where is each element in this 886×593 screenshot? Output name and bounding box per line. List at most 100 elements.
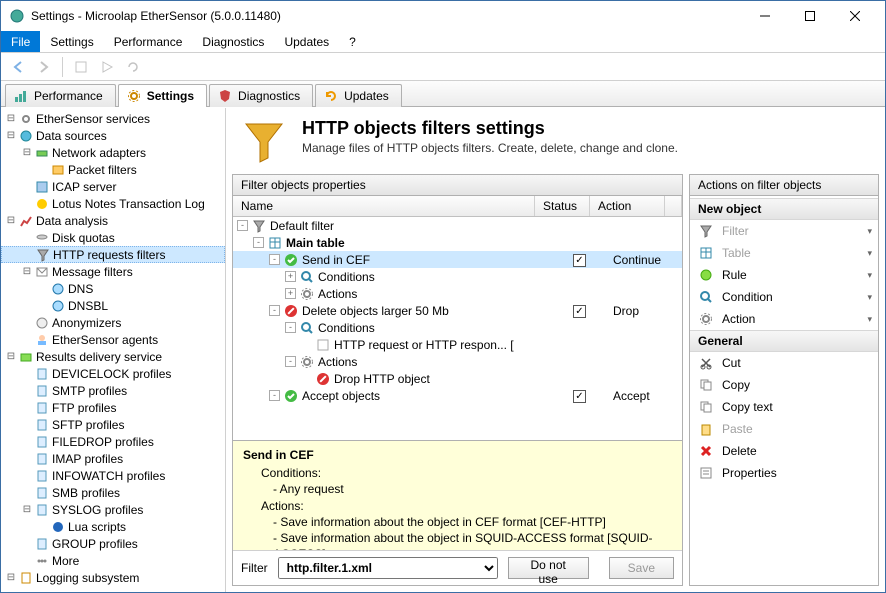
minimize-button[interactable] bbox=[742, 2, 787, 31]
maximize-button[interactable] bbox=[787, 2, 832, 31]
grid-row[interactable]: -Conditions bbox=[233, 319, 682, 336]
tree-item[interactable]: ⊟EtherSensor services bbox=[1, 110, 225, 127]
tree-item[interactable]: Disk quotas bbox=[1, 229, 225, 246]
tree-item[interactable]: More bbox=[1, 552, 225, 569]
tree-item[interactable]: Lua scripts bbox=[1, 518, 225, 535]
tree-item[interactable]: SFTP profiles bbox=[1, 416, 225, 433]
save-button[interactable]: Save bbox=[609, 557, 674, 579]
tree-toggle[interactable]: ⊟ bbox=[5, 572, 17, 583]
menu-settings[interactable]: Settings bbox=[40, 31, 103, 52]
action-properties[interactable]: Properties bbox=[690, 462, 878, 484]
tree-item[interactable]: HTTP requests filters bbox=[1, 246, 225, 263]
tb-refresh-button[interactable] bbox=[122, 56, 144, 78]
tree-item[interactable]: DNS bbox=[1, 280, 225, 297]
action-cut[interactable]: Cut bbox=[690, 352, 878, 374]
action-copy-text[interactable]: Copy text bbox=[690, 396, 878, 418]
tree-toggle[interactable]: ⊟ bbox=[21, 147, 33, 158]
action-action[interactable]: Action▾ bbox=[690, 308, 878, 330]
content-area: HTTP objects filters settings Manage fil… bbox=[226, 108, 885, 592]
tree-item[interactable]: Anonymizers bbox=[1, 314, 225, 331]
tab-settings[interactable]: Settings bbox=[118, 84, 207, 107]
status-checkbox[interactable]: ✓ bbox=[573, 305, 586, 318]
tree-item[interactable]: ⊟Data sources bbox=[1, 127, 225, 144]
sidebar-tree[interactable]: ⊟EtherSensor services⊟Data sources⊟Netwo… bbox=[1, 108, 226, 592]
close-button[interactable] bbox=[832, 2, 877, 31]
grid-row[interactable]: +Actions bbox=[233, 285, 682, 302]
status-checkbox[interactable]: ✓ bbox=[573, 390, 586, 403]
col-name[interactable]: Name bbox=[233, 196, 535, 216]
tab-updates[interactable]: Updates bbox=[315, 84, 402, 107]
do-not-use-button[interactable]: Do not use bbox=[508, 557, 589, 579]
tree-item[interactable]: DEVICELOCK profiles bbox=[1, 365, 225, 382]
nav-back-button[interactable] bbox=[7, 56, 29, 78]
grid-row[interactable]: -Main table bbox=[233, 234, 682, 251]
action-condition[interactable]: Condition▾ bbox=[690, 286, 878, 308]
tree-toggle[interactable]: ⊟ bbox=[5, 113, 17, 124]
tree-toggle[interactable]: ⊟ bbox=[21, 266, 33, 277]
grid-row[interactable]: -Actions bbox=[233, 353, 682, 370]
menu-help[interactable]: ? bbox=[339, 31, 366, 52]
tree-item[interactable]: ⊟SYSLOG profiles bbox=[1, 501, 225, 518]
action-rule[interactable]: Rule▾ bbox=[690, 264, 878, 286]
tab-label: Performance bbox=[34, 89, 103, 103]
grid-body[interactable]: -Default filter-Main table-Send in CEF✓C… bbox=[233, 217, 682, 440]
tree-item[interactable]: ⊟Data analysis bbox=[1, 212, 225, 229]
tree-item[interactable]: ⊟Network adapters bbox=[1, 144, 225, 161]
tree-item[interactable]: GROUP profiles bbox=[1, 535, 225, 552]
prof-icon bbox=[34, 468, 50, 484]
tree-toggle[interactable]: ⊟ bbox=[5, 215, 17, 226]
grid-row[interactable]: -Delete objects larger 50 Mb✓Drop bbox=[233, 302, 682, 319]
tree-item[interactable]: Packet filters bbox=[1, 161, 225, 178]
tree-item[interactable]: FILEDROP profiles bbox=[1, 433, 225, 450]
row-toggle[interactable]: + bbox=[285, 288, 296, 299]
grid-row[interactable]: Drop HTTP object bbox=[233, 370, 682, 387]
tree-item[interactable]: EtherSensor agents bbox=[1, 331, 225, 348]
filter-select[interactable]: http.filter.1.xml bbox=[278, 557, 498, 579]
tree-item[interactable]: FTP profiles bbox=[1, 399, 225, 416]
tab-diagnostics[interactable]: Diagnostics bbox=[209, 84, 313, 107]
col-status[interactable]: Status bbox=[535, 196, 590, 216]
row-toggle[interactable]: - bbox=[253, 237, 264, 248]
tb-play-button[interactable] bbox=[96, 56, 118, 78]
action-delete[interactable]: Delete bbox=[690, 440, 878, 462]
status-checkbox[interactable]: ✓ bbox=[573, 254, 586, 267]
menu-file[interactable]: File bbox=[1, 31, 40, 52]
nav-forward-button[interactable] bbox=[33, 56, 55, 78]
tree-item[interactable]: IMAP profiles bbox=[1, 450, 225, 467]
row-toggle[interactable]: - bbox=[269, 305, 280, 316]
grid-row[interactable]: HTTP request or HTTP respon... [ bbox=[233, 336, 682, 353]
tree-item[interactable]: ⊟Message filters bbox=[1, 263, 225, 280]
tree-item[interactable]: Lotus Notes Transaction Log bbox=[1, 195, 225, 212]
tree-item[interactable]: ⊟Results delivery service bbox=[1, 348, 225, 365]
row-toggle[interactable]: - bbox=[237, 220, 248, 231]
tree-item[interactable]: SMB profiles bbox=[1, 484, 225, 501]
tree-item[interactable]: ⊟Logging subsystem bbox=[1, 569, 225, 586]
row-toggle[interactable]: - bbox=[285, 322, 296, 333]
tree-item[interactable]: INFOWATCH profiles bbox=[1, 467, 225, 484]
detail-act-2: - Save information about the object in S… bbox=[243, 530, 672, 550]
grid-row[interactable]: -Accept objects✓Accept bbox=[233, 387, 682, 404]
row-toggle[interactable]: + bbox=[285, 271, 296, 282]
tab-performance[interactable]: Performance bbox=[5, 84, 116, 107]
tree-toggle[interactable]: ⊟ bbox=[21, 504, 33, 515]
row-toggle[interactable]: - bbox=[269, 254, 280, 265]
tree-toggle[interactable]: ⊟ bbox=[5, 130, 17, 141]
grid-row[interactable]: +Conditions bbox=[233, 268, 682, 285]
tree-item[interactable]: SMTP profiles bbox=[1, 382, 225, 399]
action-copy[interactable]: Copy bbox=[690, 374, 878, 396]
tb-stop-button[interactable] bbox=[70, 56, 92, 78]
menu-diagnostics[interactable]: Diagnostics bbox=[192, 31, 274, 52]
col-action[interactable]: Action bbox=[590, 196, 665, 216]
row-toggle[interactable]: - bbox=[285, 356, 296, 367]
grid-row[interactable]: -Send in CEF✓Continue bbox=[233, 251, 682, 268]
menu-updates[interactable]: Updates bbox=[274, 31, 339, 52]
tree-item[interactable]: ICAP server bbox=[1, 178, 225, 195]
tree-toggle[interactable]: ⊟ bbox=[5, 351, 17, 362]
menu-performance[interactable]: Performance bbox=[104, 31, 193, 52]
tree-item[interactable]: DNSBL bbox=[1, 297, 225, 314]
action-label: Cut bbox=[722, 356, 741, 370]
titlebar: Settings - Microolap EtherSensor (5.0.0.… bbox=[1, 1, 885, 31]
row-label: Default filter bbox=[270, 219, 334, 233]
grid-row[interactable]: - Default filter bbox=[233, 217, 682, 234]
row-toggle[interactable]: - bbox=[269, 390, 280, 401]
